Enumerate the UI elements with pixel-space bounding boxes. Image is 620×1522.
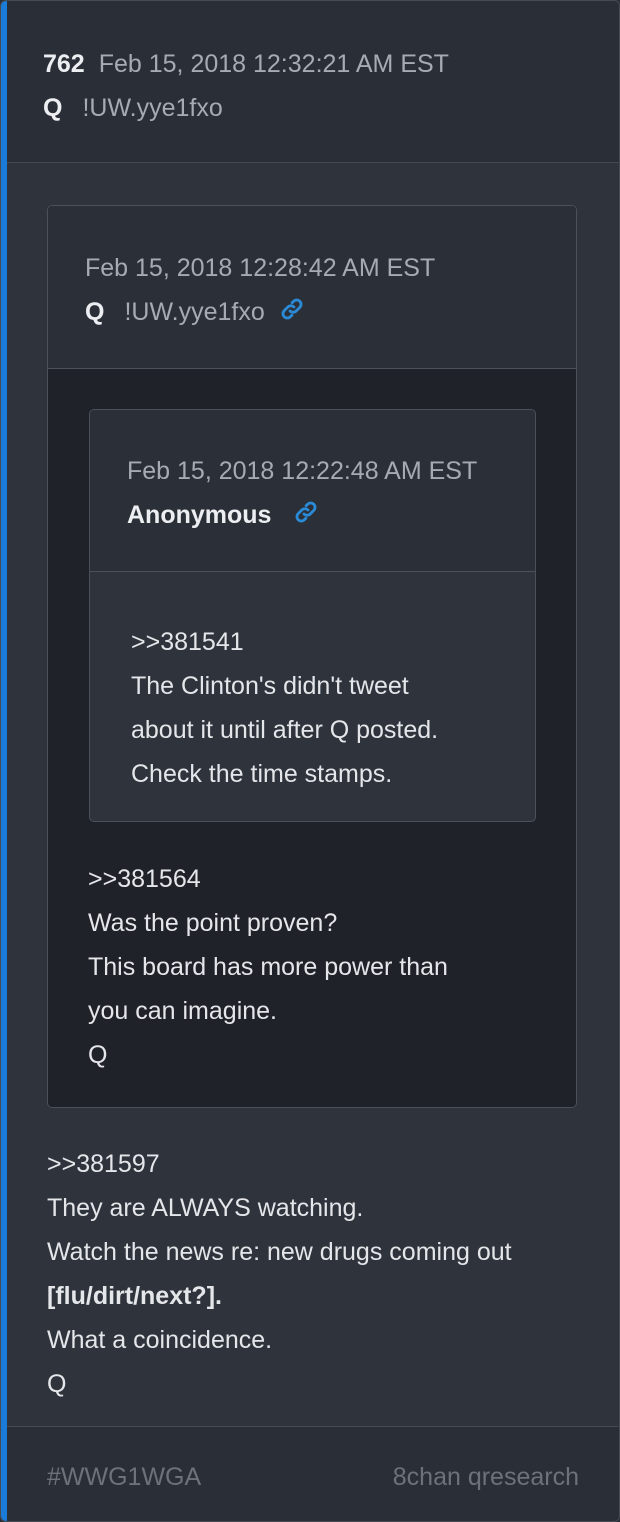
body-line: The Clinton's didn't tweet [131, 672, 409, 700]
body-line: about it until after Q posted. [131, 716, 439, 744]
quoted-outer-timestamp: Feb 15, 2018 12:28:42 AM EST [85, 254, 436, 282]
quoted-outer-tripcode: !UW.yye1fxo [124, 298, 265, 326]
body-line: This board has more power than [88, 953, 448, 981]
accent-bar [1, 1, 7, 1521]
post-number: 762 [43, 50, 85, 78]
quoted-outer-body: >>381564 Was the point proven? This boar… [88, 857, 558, 1077]
body-line: What a coincidence. [47, 1326, 273, 1354]
post-header: 762 Feb 15, 2018 12:32:21 AM EST Q !UW.yye… [7, 1, 619, 163]
quoted-post-outer-header: Feb 15, 2018 12:28:42 AM EST Q !UW.yye1fx… [48, 206, 576, 369]
quoted-inner-author: Anonymous [127, 501, 272, 529]
post-footer: #WWG1WGA 8chan qresearch [7, 1426, 619, 1521]
link-icon[interactable] [293, 499, 319, 525]
body-line: Q [88, 1041, 108, 1069]
post-link[interactable]: >>381564 [88, 857, 558, 901]
post-card: 762 Feb 15, 2018 12:32:21 AM EST Q !UW.yye… [0, 0, 620, 1522]
post-link[interactable]: >>381541 [131, 620, 511, 664]
post-tripcode: !UW.yye1fxo [82, 94, 223, 122]
body-line: Watch the news re: new drugs coming out [47, 1238, 512, 1266]
body-line: They are ALWAYS watching. [47, 1194, 364, 1222]
quoted-post-inner: Feb 15, 2018 12:22:48 AM EST Anonymous >… [89, 409, 536, 822]
body-line-bold: [flu/dirt/next?]. [47, 1282, 222, 1310]
post-link[interactable]: >>381597 [47, 1142, 607, 1186]
link-icon[interactable] [279, 296, 305, 322]
post-author-line: Q !UW.yye1fxo [43, 92, 223, 124]
body-line: Q [47, 1370, 67, 1398]
hashtag: #WWG1WGA [47, 1463, 202, 1491]
post-timestamp: Feb 15, 2018 12:32:21 AM EST [98, 50, 449, 78]
source-label: 8chan qresearch [392, 1463, 579, 1491]
body-line: Was the point proven? [88, 909, 338, 937]
quoted-post-inner-header: Feb 15, 2018 12:22:48 AM EST Anonymous [90, 410, 535, 572]
post-author: Q [43, 94, 63, 122]
quoted-inner-body: >>381541 The Clinton's didn't tweet abou… [131, 620, 511, 796]
post-body: >>381597 They are ALWAYS watching. Watch… [47, 1142, 607, 1406]
body-line: Check the time stamps. [131, 760, 393, 788]
post-meta: 762 Feb 15, 2018 12:32:21 AM EST [43, 48, 449, 80]
body-line: you can imagine. [88, 997, 278, 1025]
quoted-inner-timestamp: Feb 15, 2018 12:22:48 AM EST [127, 457, 478, 485]
quoted-post-outer: Feb 15, 2018 12:28:42 AM EST Q !UW.yye1fx… [47, 205, 577, 1108]
quoted-outer-author: Q [85, 298, 105, 326]
